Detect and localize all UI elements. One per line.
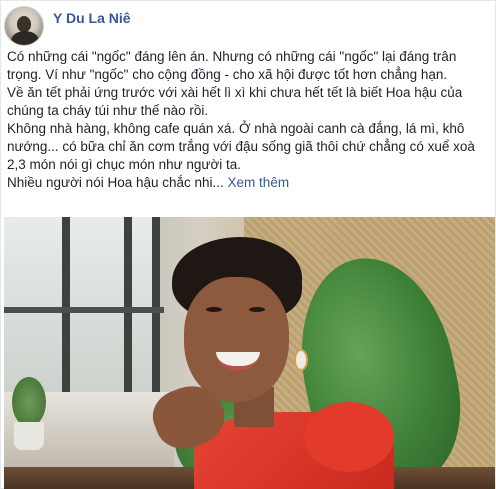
eye (249, 307, 265, 312)
post-last-line: Nhiều người nói Hoa hậu chắc nhi... Xem … (7, 174, 493, 192)
post-line: Có những cái "ngốc" đáng lên án. Nhưng c… (7, 49, 457, 64)
earring (294, 349, 308, 371)
dress-ruffle (304, 402, 394, 472)
window-bar (4, 307, 164, 313)
eye (206, 307, 222, 312)
post-line: trọng. Ví như "ngốc" cho cộng đồng - cho… (7, 67, 448, 82)
avatar-head (17, 16, 31, 32)
see-more-link[interactable]: Xem thêm (228, 175, 290, 190)
author-avatar[interactable] (4, 6, 44, 46)
post-line: 2,3 món nói gì chục món như người ta. (7, 157, 242, 172)
avatar-shoulders (11, 31, 39, 45)
post-photo[interactable] (4, 217, 495, 489)
smiling-woman (145, 237, 394, 489)
post-header: Y Du La Niê (1, 1, 496, 53)
author-name-link[interactable]: Y Du La Niê (53, 10, 131, 26)
post-line: Không nhà hàng, không cafe quán xá. Ở nh… (7, 121, 465, 136)
plant-pot (14, 422, 44, 450)
post-line: Về ăn tết phải ứng trước với xài hết lì … (7, 85, 463, 100)
post-body: Có những cái "ngốc" đáng lên án. Nhưng c… (7, 48, 493, 192)
face (184, 277, 289, 402)
post-line: nướng... có bữa chỉ ăn cơm trắng với đậu… (7, 139, 475, 154)
post-truncated-text: Nhiều người nói Hoa hậu chắc nhi... (7, 175, 224, 190)
post-line: chúng ta cháy túi như thế nào rồi. (7, 103, 209, 118)
facebook-post: Y Du La Niê Có những cái "ngốc" đáng lên… (0, 0, 496, 489)
potted-plant (12, 377, 46, 427)
